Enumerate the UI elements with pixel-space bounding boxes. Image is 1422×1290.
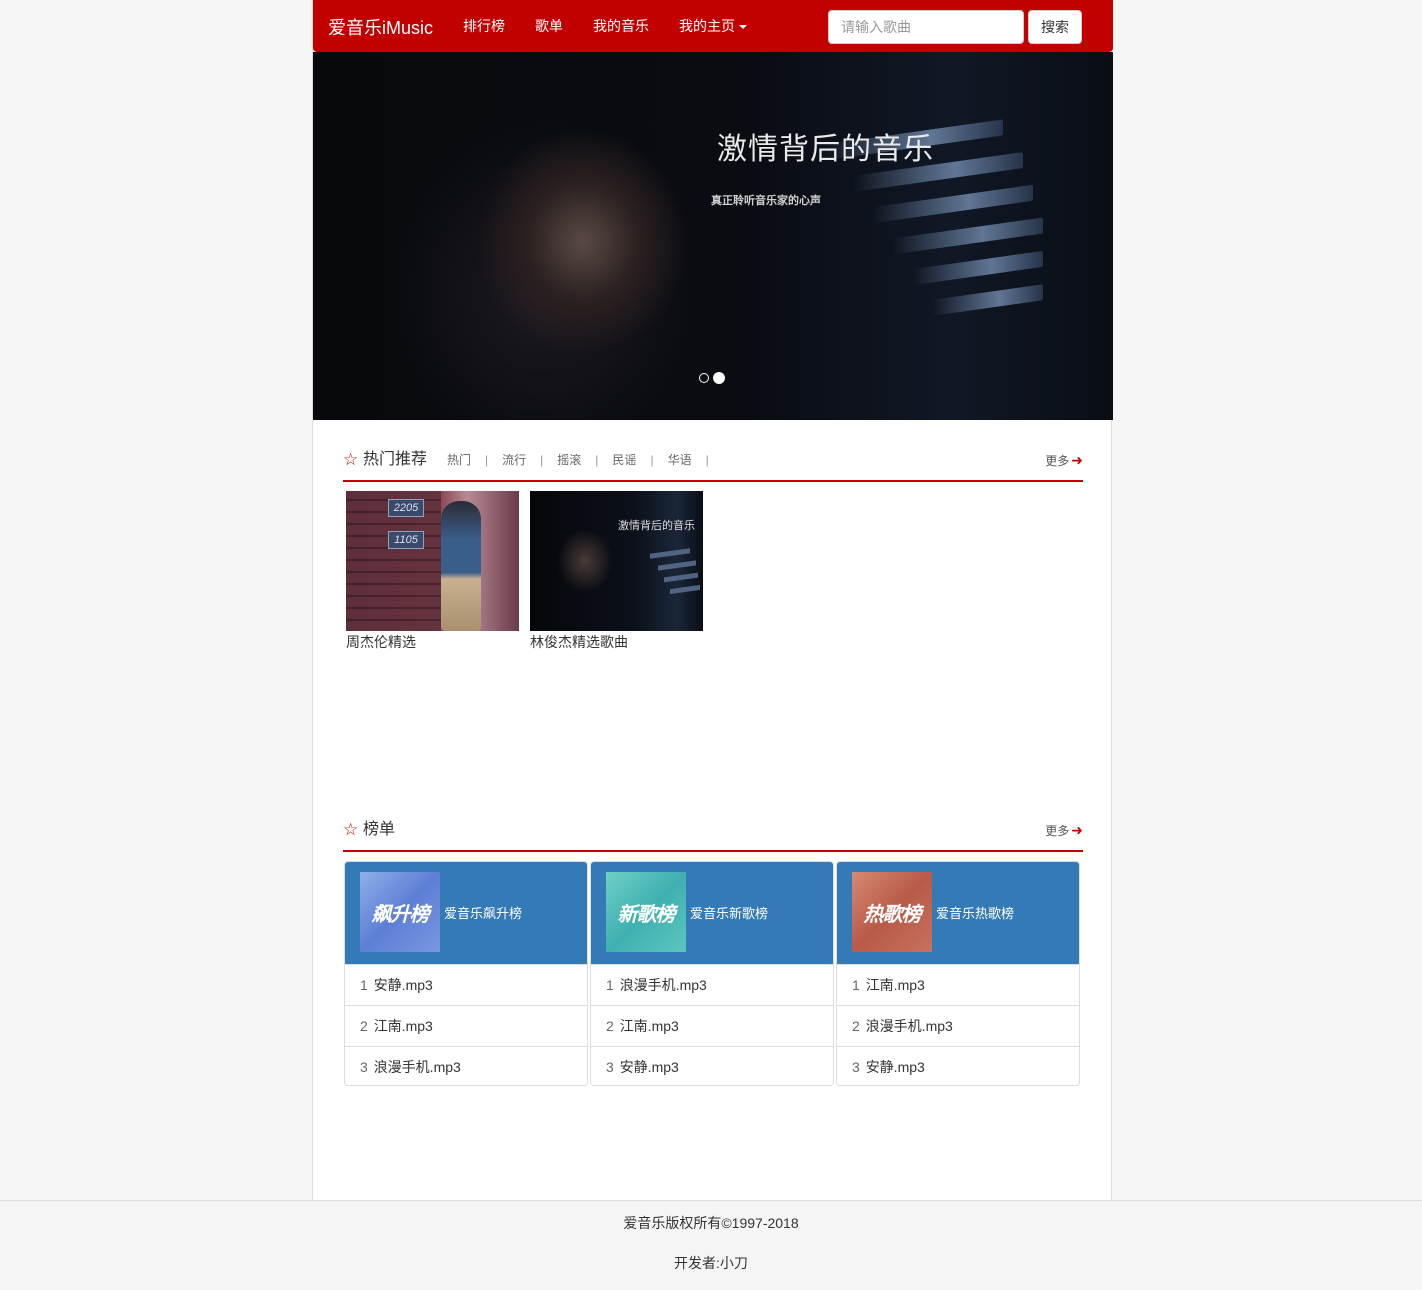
chart-song-row[interactable]: 3 安静.mp3 (837, 1046, 1079, 1085)
tag-pop[interactable]: 流行 (502, 452, 526, 468)
charts-section-title: 榜单 (363, 821, 396, 838)
chart-name: 爱音乐新歌榜 (690, 906, 769, 921)
chart-logo: 飙升榜 (360, 872, 440, 952)
chart-song-row[interactable]: 1 安静.mp3 (345, 964, 587, 1005)
star-icon: ☆ (343, 820, 359, 839)
carousel-indicators (699, 372, 725, 384)
navbar: 爱音乐iMusic 排行榜 歌单 我的音乐 我的主页 搜索 (313, 0, 1113, 52)
chart-logo: 新歌榜 (606, 872, 686, 952)
hot-more-link[interactable]: 更多 ➜ (1045, 452, 1083, 469)
nav-item-my-music[interactable]: 我的音乐 (578, 0, 664, 52)
nav-item-charts[interactable]: 排行榜 (448, 0, 520, 52)
chart-card-rising: 飙升榜 爱音乐飙升榜 1 安静.mp3 2 江南.mp3 3 浪漫手机.mp3 (344, 861, 588, 1086)
chart-name: 爱音乐飙升榜 (444, 906, 523, 921)
chart-card-new: 新歌榜 爱音乐新歌榜 1 浪漫手机.mp3 2 江南.mp3 3 安静.mp3 (590, 861, 834, 1086)
album-card[interactable]: 2205 1105 周杰伦精选 (346, 491, 519, 651)
chart-song-row[interactable]: 1 江南.mp3 (837, 964, 1079, 1005)
nav-item-my-home-label: 我的主页 (679, 18, 735, 34)
tag-chinese[interactable]: 华语 (668, 452, 692, 468)
banner-carousel[interactable]: 激情背后的音乐 真正聆听音乐家的心声 (313, 52, 1113, 420)
nav-menu: 排行榜 歌单 我的音乐 我的主页 (448, 0, 762, 52)
album-caption[interactable]: 林俊杰精选歌曲 (530, 633, 703, 651)
chart-song-row[interactable]: 3 安静.mp3 (591, 1046, 833, 1085)
caret-down-icon (739, 25, 747, 30)
album-caption[interactable]: 周杰伦精选 (346, 633, 519, 651)
search-button[interactable]: 搜索 (1028, 10, 1082, 44)
chart-logo: 热歌榜 (852, 872, 932, 952)
tag-folk[interactable]: 民谣 (612, 452, 636, 468)
chart-header[interactable]: 飙升榜 爱音乐飙升榜 (345, 862, 587, 964)
album-cover-image[interactable]: 2205 1105 (346, 491, 519, 631)
footer-developer: 开发者:小刀 (674, 1255, 748, 1271)
nav-item-my-home-dropdown[interactable]: 我的主页 (664, 0, 762, 52)
hot-section-header: ☆ 热门推荐 热门 | 流行 | 摇滚 | 民谣 | 华语 | 更多 ➜ (343, 450, 1083, 482)
nav-item-playlists[interactable]: 歌单 (520, 0, 578, 52)
banner-title: 激情背后的音乐 (717, 132, 934, 167)
chart-song-row[interactable]: 3 浪漫手机.mp3 (345, 1046, 587, 1085)
banner-subtitle: 真正聆听音乐家的心声 (711, 195, 821, 207)
tag-rock[interactable]: 摇滚 (557, 452, 581, 468)
album-card[interactable]: 激情背后的音乐 林俊杰精选歌曲 (530, 491, 703, 651)
arrow-right-icon: ➜ (1071, 822, 1083, 838)
charts-section-header: ☆ 榜单 更多 ➜ (343, 820, 1083, 852)
arrow-right-icon: ➜ (1071, 452, 1083, 468)
search-input[interactable] (828, 10, 1024, 44)
page-container: 爱音乐iMusic 排行榜 歌单 我的音乐 我的主页 搜索 激情背后的音乐 真正… (312, 0, 1113, 1200)
chart-song-row[interactable]: 2 浪漫手机.mp3 (837, 1005, 1079, 1046)
star-icon: ☆ (343, 450, 359, 469)
hot-section-title: 热门推荐 (363, 451, 428, 468)
chart-song-row[interactable]: 2 江南.mp3 (591, 1005, 833, 1046)
chart-song-row[interactable]: 2 江南.mp3 (345, 1005, 587, 1046)
hot-tags: 热门 | 流行 | 摇滚 | 民谣 | 华语 | (447, 452, 709, 468)
album-cover-image[interactable]: 激情背后的音乐 (530, 491, 703, 631)
footer-copyright: 爱音乐版权所有©1997-2018 (623, 1215, 799, 1231)
chart-header[interactable]: 热歌榜 爱音乐热歌榜 (837, 862, 1079, 964)
footer: 爱音乐版权所有©1997-2018 开发者:小刀 (0, 1200, 1422, 1290)
chart-header[interactable]: 新歌榜 爱音乐新歌榜 (591, 862, 833, 964)
chart-song-row[interactable]: 1 浪漫手机.mp3 (591, 964, 833, 1005)
tag-hot[interactable]: 热门 (447, 452, 471, 468)
carousel-dot-2[interactable] (713, 372, 725, 384)
charts-more-link[interactable]: 更多 ➜ (1045, 822, 1083, 839)
chart-card-hot: 热歌榜 爱音乐热歌榜 1 江南.mp3 2 浪漫手机.mp3 3 安静.mp3 (836, 861, 1080, 1086)
chart-name: 爱音乐热歌榜 (936, 906, 1015, 921)
brand-logo[interactable]: 爱音乐iMusic (328, 14, 433, 40)
carousel-dot-1[interactable] (699, 373, 709, 383)
